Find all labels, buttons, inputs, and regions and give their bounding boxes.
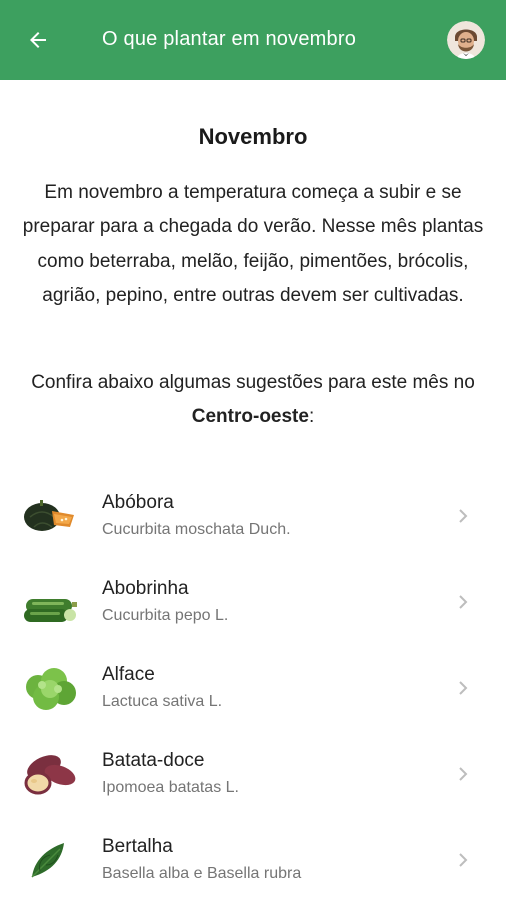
suggestion-suffix: :	[308, 406, 315, 427]
page-title: O que plantar em novembro	[102, 28, 357, 50]
intro-paragraph: Em novembro a temperatura começa a subir…	[22, 182, 484, 307]
app-bar: O que plantar em novembro	[0, 0, 506, 80]
plant-scientific-name: Lactuca sativa L.	[102, 693, 223, 710]
sweet-potato-icon	[24, 755, 76, 795]
chevron-right-icon	[459, 595, 468, 609]
back-button[interactable]	[20, 24, 56, 56]
chevron-right-icon	[459, 681, 468, 695]
list-item[interactable]: Alface Lactuca sativa L.	[0, 645, 506, 731]
plant-name: Batata-doce	[102, 750, 205, 771]
month-heading: Novembro	[198, 124, 308, 149]
plant-scientific-name: Cucurbita pepo L.	[102, 607, 229, 624]
list-item[interactable]: Abobrinha Cucurbita pepo L.	[0, 559, 506, 645]
list-item[interactable]: Batata-doce Ipomoea batatas L.	[0, 731, 506, 817]
plant-name: Abóbora	[102, 492, 174, 513]
plant-scientific-name: Ipomoea batatas L.	[102, 779, 239, 796]
list-item[interactable]: Bertalha Basella alba e Basella rubra	[0, 817, 506, 903]
plant-name: Bertalha	[102, 836, 173, 857]
list-item[interactable]: Abóbora Cucurbita moschata Duch.	[0, 473, 506, 559]
arrow-left-icon	[30, 32, 46, 48]
suggestion-prefix: Confira abaixo algumas sugestões para es…	[31, 372, 475, 393]
chevron-right-icon	[459, 853, 468, 867]
bertalha-leaf-icon	[31, 843, 64, 878]
suggestion-text: Confira abaixo algumas sugestões para es…	[10, 366, 496, 434]
user-avatar[interactable]	[447, 21, 485, 59]
lettuce-icon	[26, 668, 76, 710]
plant-scientific-name: Basella alba e Basella rubra	[102, 865, 302, 882]
region-name: Centro-oeste	[191, 406, 309, 427]
pumpkin-icon	[24, 500, 74, 531]
chevron-right-icon	[459, 767, 468, 781]
plant-scientific-name: Cucurbita moschata Duch.	[102, 521, 291, 538]
zucchini-icon	[24, 599, 77, 622]
chevron-right-icon	[459, 509, 468, 523]
plant-name: Abobrinha	[102, 578, 189, 599]
plant-name: Alface	[102, 664, 155, 685]
